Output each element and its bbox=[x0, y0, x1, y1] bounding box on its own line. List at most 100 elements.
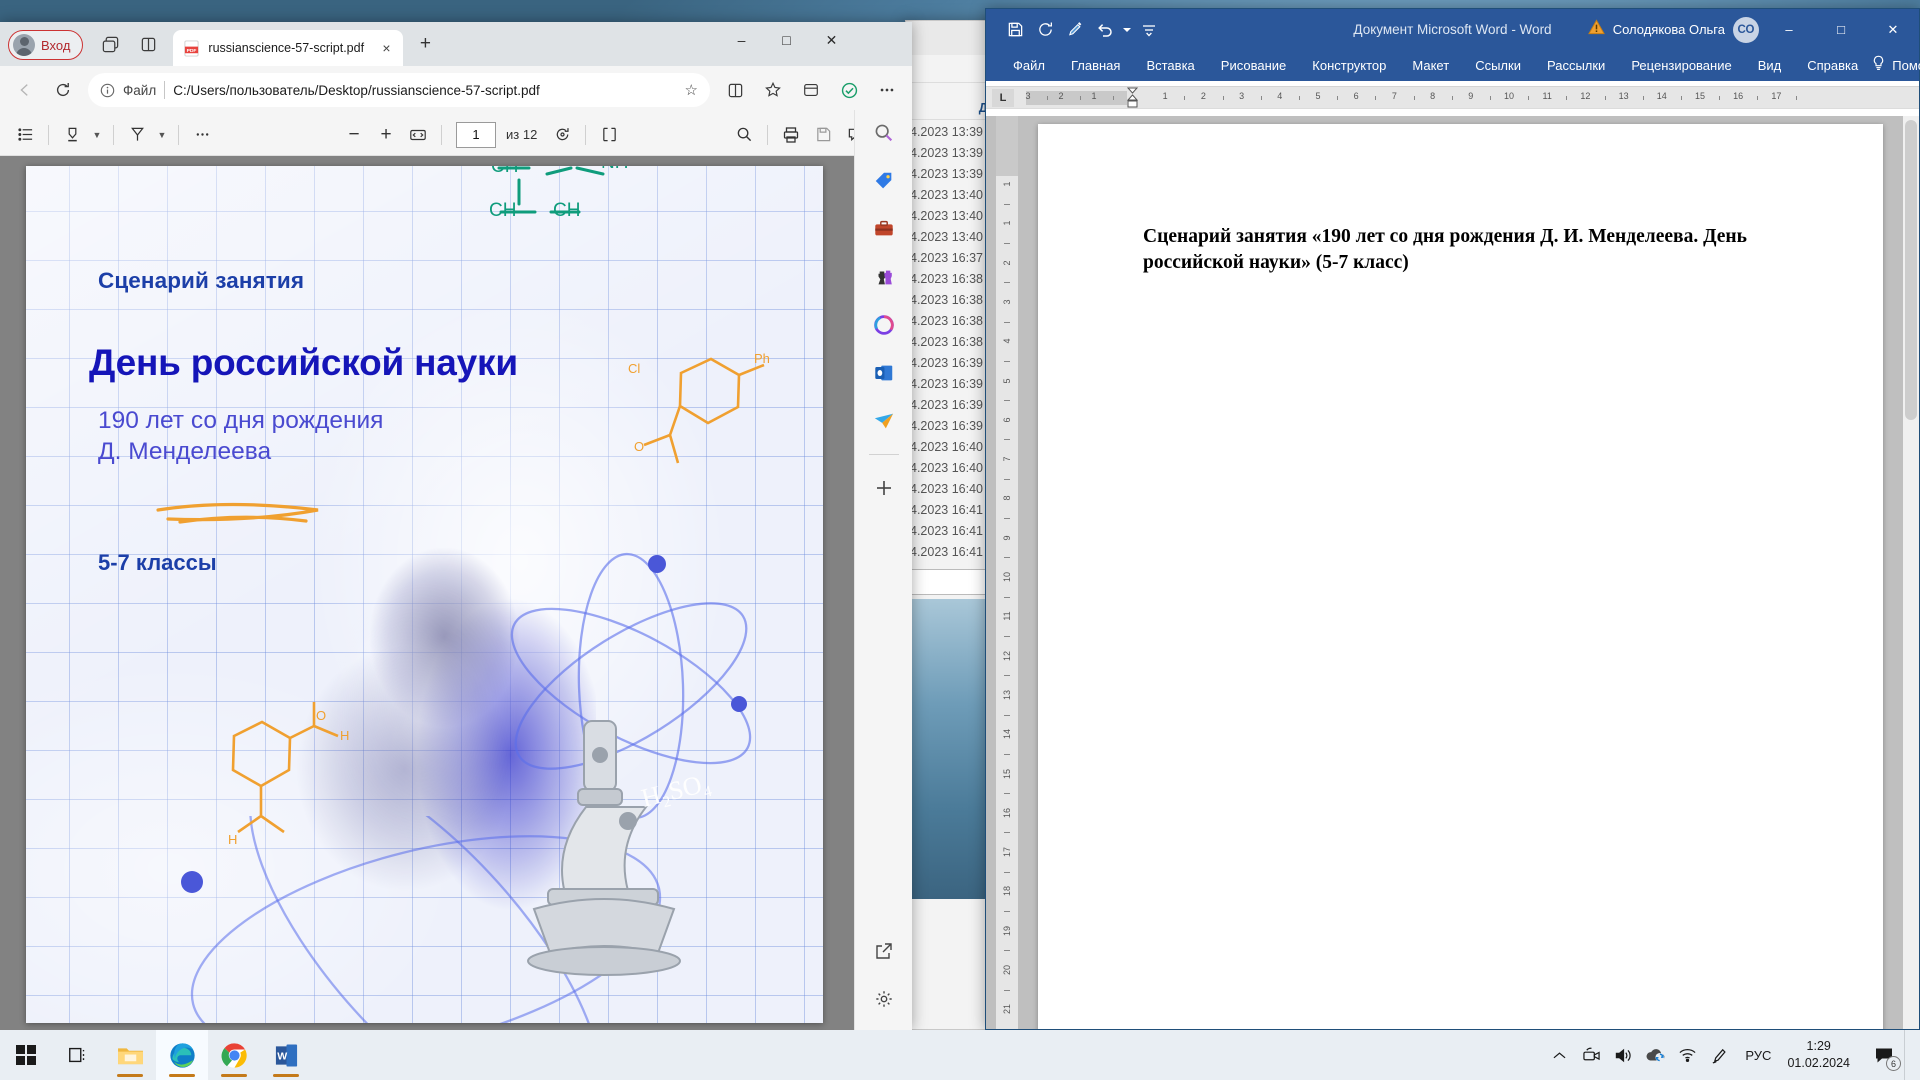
tab-maket[interactable]: Макет bbox=[1399, 50, 1462, 81]
favorite-star-icon[interactable]: ☆ bbox=[685, 81, 702, 99]
fit-page-icon[interactable] bbox=[403, 120, 433, 150]
word-document-area[interactable]: 112345678910111213141516171819202122 Сце… bbox=[986, 116, 1919, 1029]
word-vertical-scrollbar[interactable] bbox=[1903, 116, 1919, 1029]
microsoft-365-icon[interactable] bbox=[867, 308, 901, 342]
tab-konstruktor[interactable]: Конструктор bbox=[1299, 50, 1399, 81]
maximize-button[interactable]: □ bbox=[764, 22, 809, 58]
divider bbox=[868, 454, 899, 455]
new-tab-button[interactable]: + bbox=[411, 30, 439, 58]
settings-icon[interactable] bbox=[867, 982, 901, 1016]
page-view-icon[interactable] bbox=[594, 120, 624, 150]
show-desktop-button[interactable] bbox=[1904, 1030, 1912, 1080]
word-window[interactable]: Документ Microsoft Word - Word Солодяков… bbox=[985, 8, 1920, 1030]
account-info[interactable]: Солодякова Ольга СО bbox=[1613, 16, 1759, 43]
tab-fajl[interactable]: Файл bbox=[1000, 50, 1058, 81]
tab-rassylki[interactable]: Рассылки bbox=[1534, 50, 1618, 81]
word-page[interactable]: Сценарий занятия «190 лет со дня рождени… bbox=[1038, 124, 1883, 1029]
search-icon[interactable] bbox=[729, 120, 759, 150]
more-icon[interactable] bbox=[187, 120, 217, 150]
collections-icon[interactable] bbox=[794, 73, 828, 107]
url-text: C:/Users/пользователь/Desktop/russiansci… bbox=[173, 82, 540, 98]
task-view-button[interactable] bbox=[52, 1030, 104, 1080]
browser-essentials-icon[interactable] bbox=[832, 73, 866, 107]
outlook-icon[interactable] bbox=[867, 356, 901, 390]
browser-tab[interactable]: PDF russianscience-57-script.pdf × bbox=[173, 30, 404, 66]
lightbulb-icon[interactable] bbox=[1871, 55, 1886, 76]
minimize-button[interactable]: – bbox=[719, 22, 764, 58]
vertical-ruler-number: 1 bbox=[1002, 220, 1012, 226]
games-icon[interactable] bbox=[867, 260, 901, 294]
draw-icon[interactable] bbox=[122, 120, 152, 150]
add-icon[interactable] bbox=[867, 471, 901, 505]
language-indicator[interactable]: РУС bbox=[1735, 1048, 1781, 1063]
tab-vid[interactable]: Вид bbox=[1745, 50, 1795, 81]
taskbar-item-google-chrome[interactable] bbox=[208, 1030, 260, 1080]
zoom-in-button[interactable]: + bbox=[371, 120, 401, 150]
tab-vstavka[interactable]: Вставка bbox=[1133, 50, 1207, 81]
pen-icon[interactable] bbox=[1703, 1030, 1735, 1080]
microscope-illustration: H₂SO₄ bbox=[527, 720, 714, 976]
webcam-icon[interactable] bbox=[1575, 1030, 1607, 1080]
toc-icon[interactable] bbox=[10, 120, 40, 150]
clock[interactable]: 1:29 01.02.2024 bbox=[1781, 1038, 1864, 1072]
notification-center-button[interactable]: 6 bbox=[1864, 1030, 1904, 1080]
shopping-tag-icon[interactable] bbox=[867, 164, 901, 198]
search-icon[interactable] bbox=[867, 116, 901, 150]
save-icon[interactable] bbox=[808, 120, 838, 150]
vertical-ruler-number: 1 bbox=[1002, 181, 1012, 187]
touch-pen-icon[interactable] bbox=[1060, 15, 1090, 45]
svg-text:H: H bbox=[340, 728, 349, 743]
tools-icon[interactable] bbox=[867, 212, 901, 246]
tab-risovanie[interactable]: Рисование bbox=[1208, 50, 1299, 81]
wifi-icon[interactable] bbox=[1671, 1030, 1703, 1080]
restore-button[interactable]: □ bbox=[1819, 9, 1863, 50]
tab-ssylki[interactable]: Ссылки bbox=[1462, 50, 1534, 81]
start-button[interactable] bbox=[0, 1030, 52, 1080]
tab-recenzirovanie[interactable]: Рецензирование bbox=[1618, 50, 1744, 81]
chevron-up-icon[interactable] bbox=[1543, 1030, 1575, 1080]
taskbar-item-file-explorer[interactable] bbox=[104, 1030, 156, 1080]
page-number-input[interactable]: 1 bbox=[456, 121, 496, 148]
taskbar-item-microsoft-word[interactable]: W bbox=[260, 1030, 312, 1080]
chevron-down-icon[interactable]: ▼ bbox=[89, 130, 105, 140]
print-icon[interactable] bbox=[776, 120, 806, 150]
help-label[interactable]: Помощь bbox=[1892, 50, 1920, 81]
customize-quick-access-icon[interactable] bbox=[1134, 15, 1164, 45]
tab-actions-icon[interactable] bbox=[93, 28, 127, 60]
taskbar-item-microsoft-edge[interactable] bbox=[156, 1030, 208, 1080]
tab-glavnaya[interactable]: Главная bbox=[1058, 50, 1133, 81]
refresh-icon[interactable] bbox=[46, 73, 80, 107]
favorites-icon[interactable] bbox=[756, 73, 790, 107]
edge-browser-window[interactable]: Вход PDF russianscience-57-script.pdf × … bbox=[0, 22, 912, 1030]
rotate-icon[interactable] bbox=[547, 120, 577, 150]
pdf-viewport[interactable]: CH NH CH CH Cl Ph O O H H H₂SO₄ Сценарий… bbox=[0, 156, 912, 1030]
address-input[interactable]: Файл C:/Users/пользователь/Desktop/russi… bbox=[88, 73, 710, 107]
highlight-icon[interactable] bbox=[57, 120, 87, 150]
close-button[interactable]: ✕ bbox=[1871, 9, 1915, 50]
word-scrollbar-thumb[interactable] bbox=[1905, 120, 1917, 420]
tab-spravka[interactable]: Справка bbox=[1794, 50, 1871, 81]
indent-marker[interactable] bbox=[1126, 87, 1139, 109]
autosave-icon[interactable] bbox=[1030, 15, 1060, 45]
split-screen-icon[interactable] bbox=[718, 73, 752, 107]
chevron-down-icon[interactable]: ▼ bbox=[154, 130, 170, 140]
send-icon[interactable] bbox=[867, 404, 901, 438]
chevron-down-icon[interactable] bbox=[1120, 15, 1134, 45]
zoom-out-button[interactable]: − bbox=[339, 120, 369, 150]
undo-icon[interactable] bbox=[1090, 15, 1120, 45]
settings-more-icon[interactable] bbox=[870, 73, 904, 107]
save-icon[interactable] bbox=[1000, 15, 1030, 45]
tab-stop-selector[interactable]: L bbox=[992, 88, 1014, 107]
split-screen-icon[interactable] bbox=[131, 28, 165, 60]
close-tab-icon[interactable]: × bbox=[377, 39, 395, 57]
minimize-button[interactable]: – bbox=[1767, 9, 1811, 50]
horizontal-ruler[interactable]: L 3 2 1 1 2 3 4 5 6 7 8 9 10 11 12 13 14 15 16 17 bbox=[986, 87, 1919, 109]
close-button[interactable]: ✕ bbox=[809, 22, 854, 58]
warning-icon[interactable] bbox=[1587, 19, 1605, 40]
volume-icon[interactable] bbox=[1607, 1030, 1639, 1080]
vertical-ruler[interactable]: 112345678910111213141516171819202122 bbox=[996, 116, 1018, 1029]
onedrive-icon[interactable] bbox=[1639, 1030, 1671, 1080]
profile-sign-in-button[interactable]: Вход bbox=[8, 30, 84, 60]
back-arrow-icon[interactable] bbox=[8, 73, 42, 107]
external-link-icon[interactable] bbox=[867, 934, 901, 968]
